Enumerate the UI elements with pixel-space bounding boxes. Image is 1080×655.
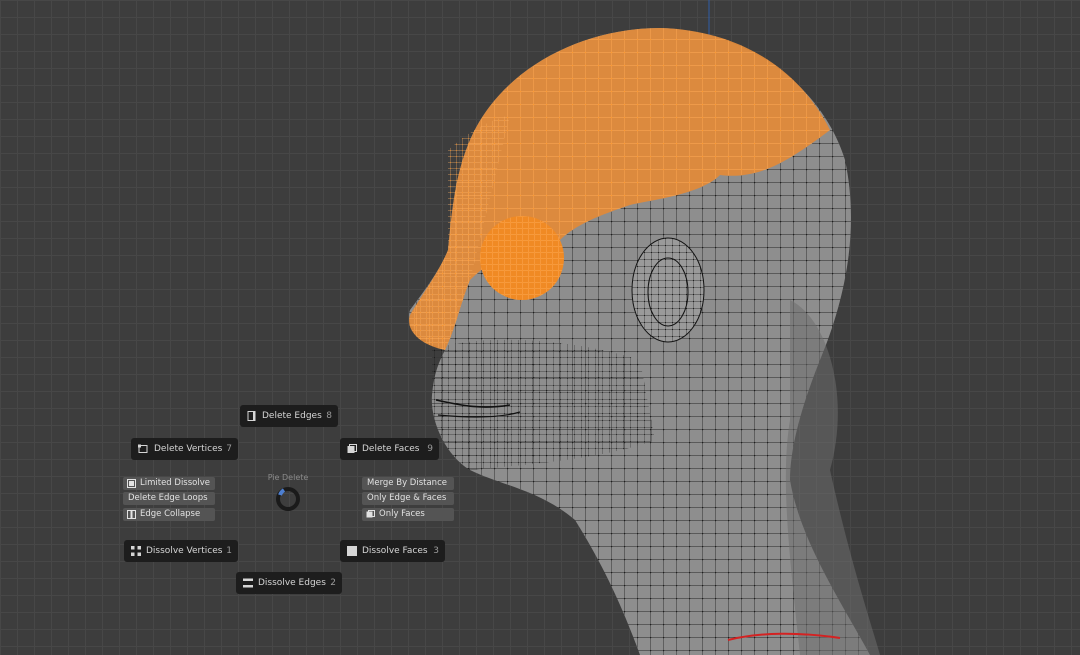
delete-faces-key: 9 bbox=[427, 444, 433, 454]
dissolve-vertices-button[interactable]: Dissolve Vertices 1 bbox=[124, 540, 238, 562]
delete-edges-key: 8 bbox=[326, 411, 332, 421]
delete-vertices-button[interactable]: Delete Vertices 7 bbox=[131, 438, 238, 460]
delete-vertices-key: 7 bbox=[226, 444, 232, 454]
edge-collapse-button[interactable]: Edge Collapse bbox=[123, 508, 215, 521]
limited-dissolve-label: Limited Dissolve bbox=[140, 478, 210, 488]
edge-icon bbox=[247, 411, 256, 421]
limited-dissolve-icon bbox=[127, 479, 136, 488]
delete-faces-label: Delete Faces bbox=[362, 444, 420, 454]
dissolve-vertices-label: Dissolve Vertices bbox=[146, 546, 223, 556]
ear bbox=[631, 237, 705, 343]
dissolve-faces-label: Dissolve Faces bbox=[362, 546, 428, 556]
edge-collapse-label: Edge Collapse bbox=[140, 509, 201, 519]
dissolve-faces-key: 3 bbox=[433, 546, 439, 556]
dissolve-edges-button[interactable]: Dissolve Edges 2 bbox=[236, 572, 342, 594]
delete-edge-loops-button[interactable]: Delete Edge Loops bbox=[123, 492, 215, 505]
only-edge-faces-button[interactable]: Only Edge & Faces bbox=[362, 492, 454, 505]
only-faces-label: Only Faces bbox=[379, 509, 425, 519]
only-faces-icon bbox=[366, 510, 375, 518]
pie-direction-ring-icon bbox=[276, 487, 300, 511]
dissolve-face-icon bbox=[347, 546, 357, 556]
dissolve-edges-label: Dissolve Edges bbox=[258, 578, 326, 588]
dissolve-vertices-icon bbox=[131, 546, 141, 556]
delete-vertices-label: Delete Vertices bbox=[154, 444, 223, 454]
face-icon bbox=[347, 444, 357, 453]
dissolve-faces-button[interactable]: Dissolve Faces 3 bbox=[340, 540, 445, 562]
pie-menu-title: Pie Delete bbox=[267, 473, 309, 482]
limited-dissolve-button[interactable]: Limited Dissolve bbox=[123, 477, 215, 490]
vertex-icon bbox=[138, 444, 148, 453]
only-faces-button[interactable]: Only Faces bbox=[362, 508, 454, 521]
3d-viewport[interactable]: Pie Delete Delete Edges 8 Delete Vertice… bbox=[0, 0, 1080, 655]
dissolve-edges-key: 2 bbox=[330, 578, 336, 588]
delete-edge-loops-label: Delete Edge Loops bbox=[128, 493, 208, 503]
dissolve-edges-icon bbox=[243, 578, 253, 588]
delete-faces-button[interactable]: Delete Faces 9 bbox=[340, 438, 439, 460]
merge-by-distance-label: Merge By Distance bbox=[367, 478, 447, 488]
edge-collapse-icon bbox=[127, 510, 136, 519]
only-edge-faces-label: Only Edge & Faces bbox=[367, 493, 447, 503]
delete-edges-button[interactable]: Delete Edges 8 bbox=[240, 405, 338, 427]
merge-by-distance-button[interactable]: Merge By Distance bbox=[362, 477, 454, 490]
delete-edges-label: Delete Edges bbox=[262, 411, 322, 421]
dissolve-vertices-key: 1 bbox=[226, 546, 232, 556]
